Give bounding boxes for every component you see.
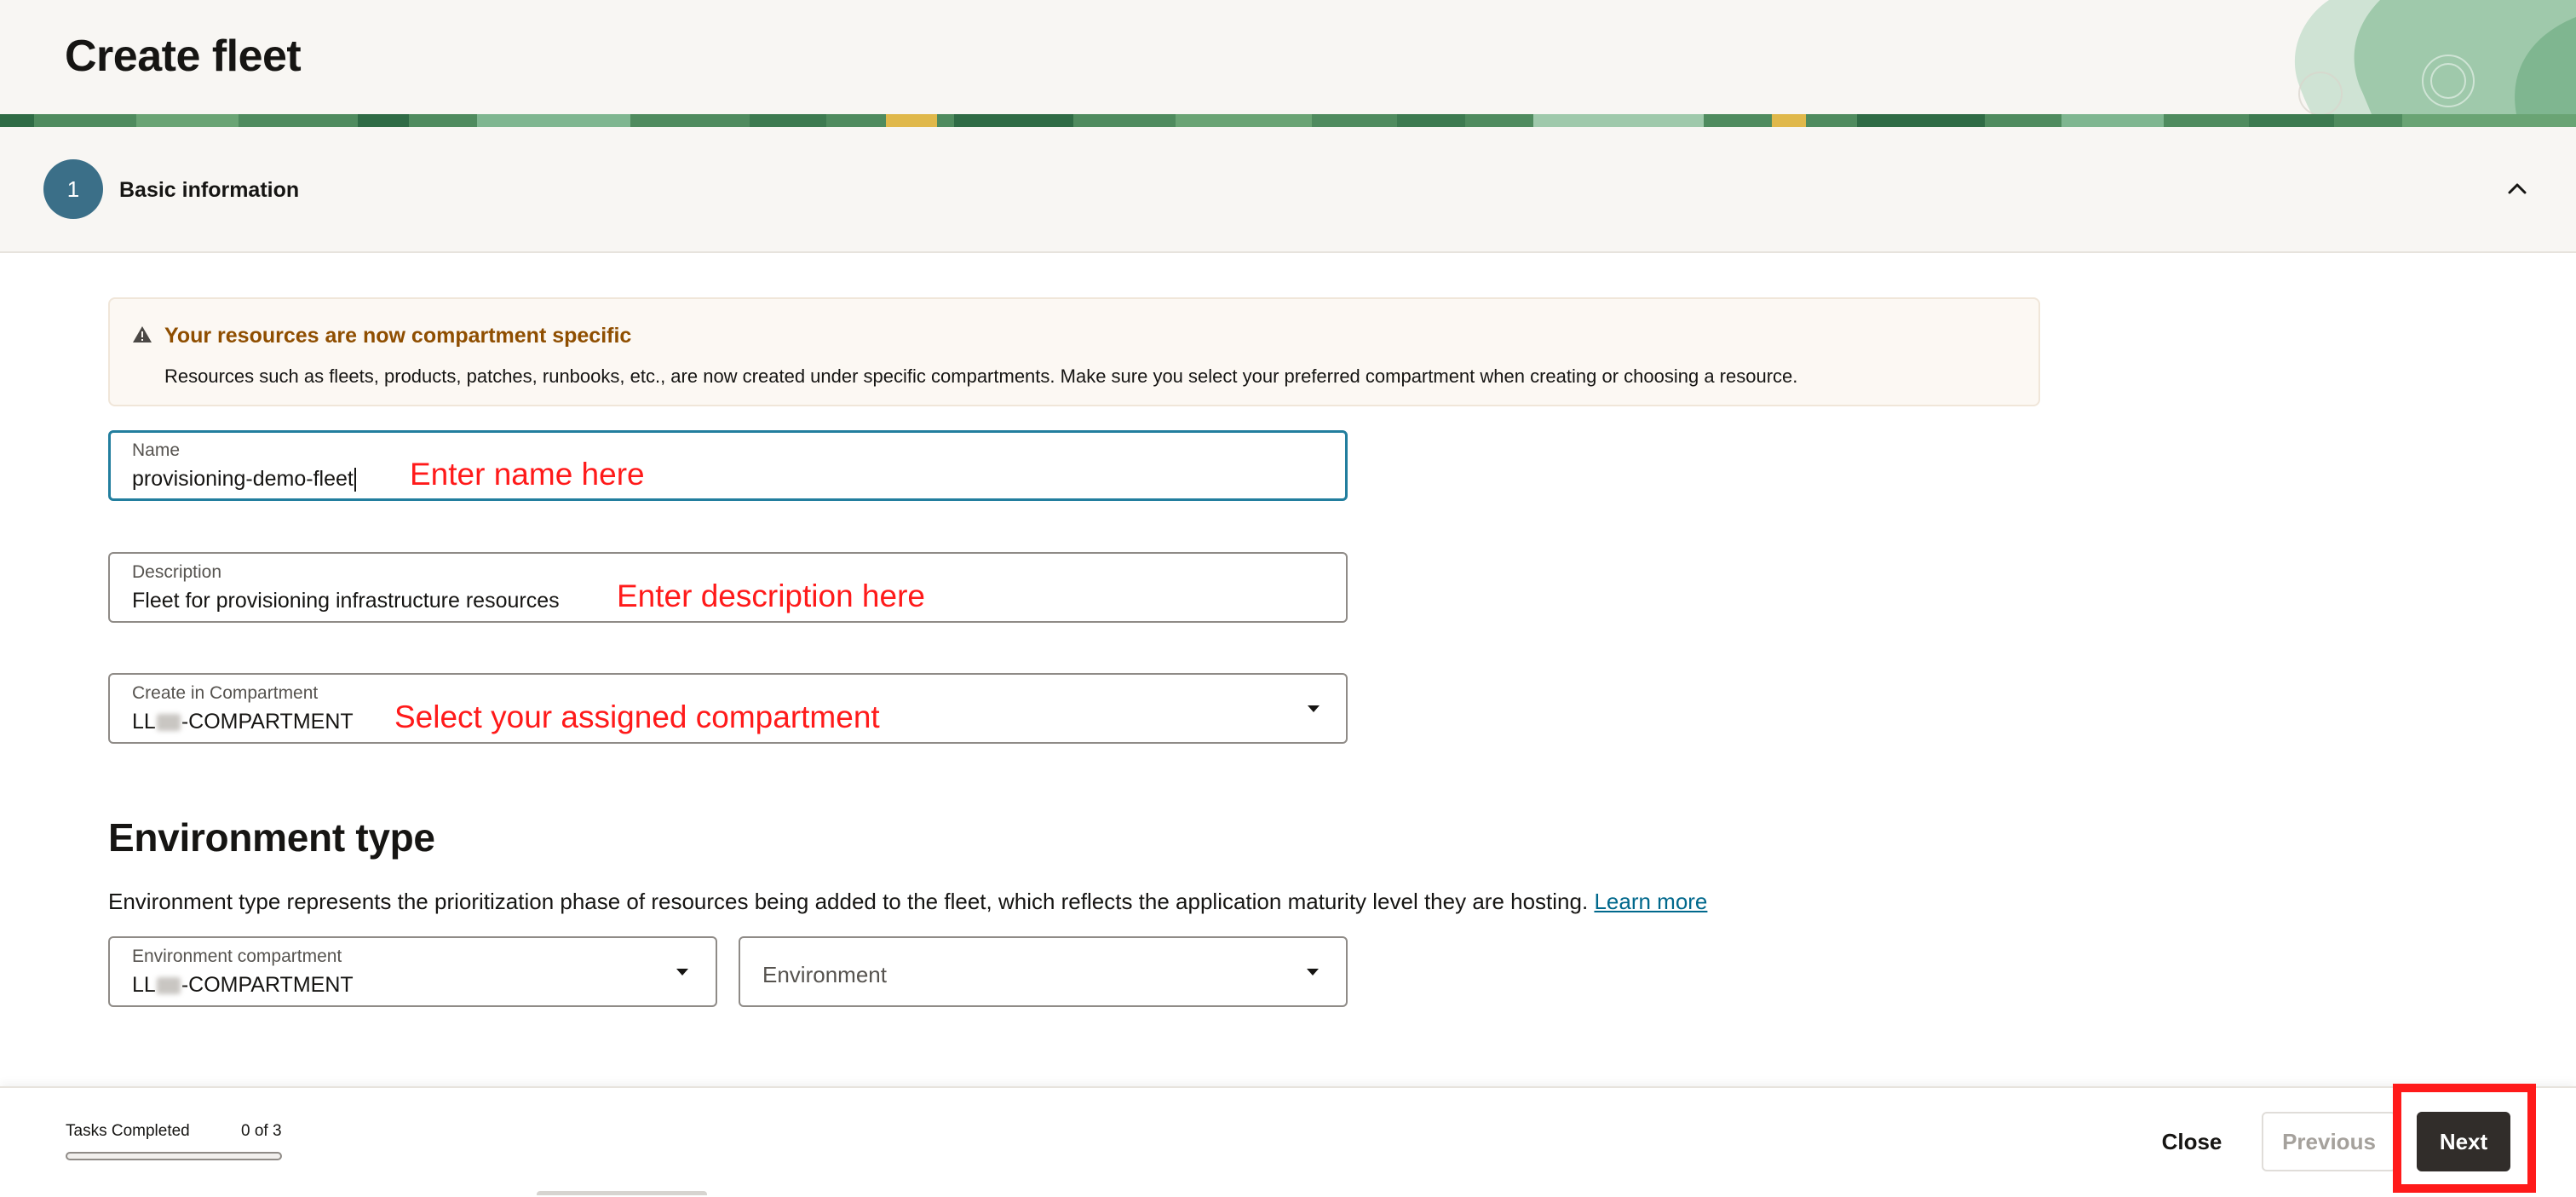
description-input[interactable]: Fleet for provisioning infrastructure re… <box>132 586 560 615</box>
warning-icon <box>133 326 152 342</box>
env-compartment-value-prefix: LL <box>132 973 156 997</box>
compartment-selected-value: LL -COMPARTMENT <box>132 707 354 736</box>
environment-select-placeholder: Environment <box>762 962 887 987</box>
name-annotation: Enter name here <box>410 457 645 492</box>
name-field[interactable]: Name provisioning-demo-fleet <box>108 430 1348 501</box>
env-compartment-value-suffix: -COMPARTMENT <box>181 973 354 997</box>
compartment-value-suffix: -COMPARTMENT <box>181 710 354 734</box>
step-title: Basic information <box>119 178 300 202</box>
page-header: Create fleet <box>0 0 2576 114</box>
compartment-field-label: Create in Compartment <box>132 683 319 703</box>
chevron-up-icon[interactable] <box>2504 176 2530 202</box>
step-header-basic-information[interactable]: 1 Basic information <box>0 127 2576 253</box>
environment-description-text: Environment type represents the prioriti… <box>108 889 1589 914</box>
header-banner-strip <box>0 114 2576 127</box>
alert-body: Resources such as fleets, products, patc… <box>164 365 1798 387</box>
caret-down-icon[interactable] <box>1305 704 1322 714</box>
tasks-progress-bar <box>66 1152 282 1160</box>
wizard-footer: Tasks Completed 0 of 3 Close Previous Ne… <box>0 1086 2576 1197</box>
header-decoration-graphic <box>2294 0 2576 114</box>
alert-title: Your resources are now compartment speci… <box>164 324 632 348</box>
tasks-completed-count: 0 of 3 <box>241 1122 282 1140</box>
page-title: Create fleet <box>65 32 302 81</box>
compartment-annotation: Select your assigned compartment <box>394 699 880 734</box>
caret-down-icon[interactable] <box>674 967 691 977</box>
learn-more-link[interactable]: Learn more <box>1594 889 1707 914</box>
environment-compartment-label: Environment compartment <box>132 947 342 966</box>
compartment-info-alert: Your resources are now compartment speci… <box>108 297 2040 406</box>
step-number-badge: 1 <box>43 159 103 219</box>
previous-button[interactable]: Previous <box>2262 1112 2396 1171</box>
tasks-completed-label: Tasks Completed <box>66 1122 190 1140</box>
environment-compartment-value: LL -COMPARTMENT <box>132 970 354 999</box>
environment-select[interactable]: Environment <box>739 936 1348 1007</box>
redacted-text <box>156 977 181 995</box>
environment-type-description: Environment type represents the prioriti… <box>108 886 1707 917</box>
description-annotation: Enter description here <box>617 578 925 613</box>
below-fold-element <box>537 1191 707 1195</box>
next-button[interactable]: Next <box>2417 1112 2510 1171</box>
name-field-label: Name <box>132 440 181 460</box>
compartment-value-prefix: LL <box>132 710 156 734</box>
environment-type-heading: Environment type <box>108 815 435 860</box>
text-caret <box>354 468 356 492</box>
name-input[interactable]: provisioning-demo-fleet <box>132 467 354 491</box>
environment-compartment-select[interactable]: Environment compartment LL -COMPARTMENT <box>108 936 717 1007</box>
redacted-text <box>156 714 181 732</box>
close-button[interactable]: Close <box>2147 1112 2237 1171</box>
description-field-label: Description <box>132 562 222 582</box>
name-field-value-wrapper: provisioning-demo-fleet <box>132 464 356 493</box>
caret-down-icon[interactable] <box>1304 967 1321 977</box>
